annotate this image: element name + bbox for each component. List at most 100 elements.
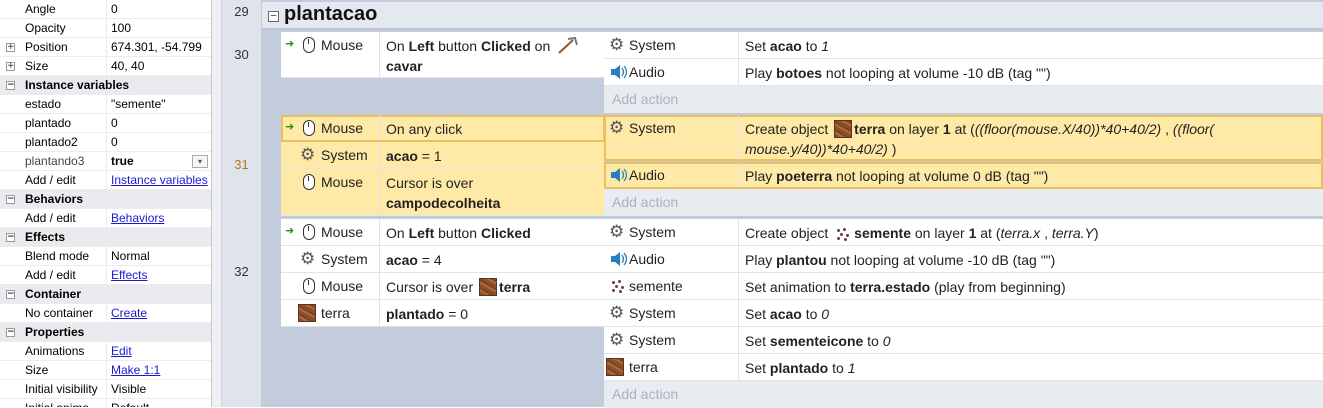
property-row[interactable]: Initial visibility Visible [0,380,211,399]
condition-text[interactable]: plantado = 0 [379,300,605,326]
property-value[interactable]: Default [107,399,211,407]
condition-row[interactable]: Mouse Cursor is over terra [281,273,605,300]
condition-object: Mouse [321,120,364,136]
property-value[interactable]: Effects [107,266,211,284]
property-row[interactable]: Add / edit Behaviors [0,209,211,228]
property-row[interactable]: plantando3 true ▾ [0,152,211,171]
property-row[interactable]: Add / edit Effects [0,266,211,285]
property-value[interactable]: 0 [107,114,211,132]
property-key: Blend mode [0,247,107,265]
property-row[interactable]: Add / edit Instance variables [0,171,211,190]
property-value[interactable]: Instance variables [107,171,211,189]
property-value[interactable]: 674.301, -54.799 [107,38,211,56]
text-bold: Left [408,38,435,54]
event-group-header[interactable]: − plantacao [262,2,1323,29]
condition-text[interactable]: acao = 1 [379,142,605,168]
property-key: plantando3 [0,152,107,170]
condition-row[interactable]: ⚙ System acao = 1 [281,142,605,169]
add-action-label: Add action [612,194,679,210]
panel-splitter[interactable] [212,0,222,407]
condition-row[interactable]: ➜ Mouse On any click [281,115,605,142]
property-row[interactable]: estado "semente" [0,95,211,114]
condition-text[interactable]: Cursor is over campodecolheita [379,169,605,215]
property-row[interactable]: No container Create [0,304,211,323]
expand-toggle-icon[interactable]: + [6,43,15,52]
property-row[interactable]: + Position 674.301, -54.799 [0,38,211,57]
property-link[interactable]: Make 1:1 [111,363,160,377]
pickaxe-icon [558,37,579,54]
action-row[interactable]: Audio Play poeterra not looping at volum… [604,162,1323,189]
property-value[interactable]: Make 1:1 [107,361,211,379]
expand-toggle-icon[interactable]: + [6,62,15,71]
property-value[interactable]: 40, 40 [107,57,211,75]
action-row[interactable]: Audio Play plantou not looping at volume… [604,246,1323,273]
property-value-text: "semente" [111,97,166,111]
property-link[interactable]: Create [111,306,147,320]
action-text: Create object terra on layer 1 at (((flo… [738,115,1323,160]
condition-row[interactable]: ⚙ System acao = 4 [281,246,605,273]
add-action-button[interactable]: Add action [604,189,1323,216]
condition-text[interactable]: On Left button Clicked [379,219,605,245]
property-row[interactable]: Animations Edit [0,342,211,361]
property-row[interactable]: plantado2 0 [0,133,211,152]
speaker-icon [609,64,627,80]
action-row[interactable]: Audio Play botoes not looping at volume … [604,59,1323,86]
property-value[interactable]: "semente" [107,95,211,113]
property-row[interactable]: Initial anima Default [0,399,211,407]
property-row[interactable]: + Size 40, 40 [0,57,211,76]
property-category[interactable]: − Container [0,285,211,304]
property-link[interactable]: Instance variables [111,173,208,187]
text-bold: poeterra [776,168,833,184]
property-category[interactable]: − Behaviors [0,190,211,209]
property-row[interactable]: Opacity 100 [0,19,211,38]
condition-row[interactable]: Mouse Cursor is over campodecolheita [281,169,605,216]
action-row[interactable]: ⚙ System Set acao to 1 [604,32,1323,59]
condition-row[interactable]: terra plantado = 0 [281,300,605,327]
property-key: plantado [0,114,107,132]
action-row[interactable]: semente Set animation to terra.estado (p… [604,273,1323,300]
add-action-button[interactable]: Add action [604,86,1323,113]
property-value[interactable]: 100 [107,19,211,37]
property-link[interactable]: Edit [111,344,132,358]
text-italic: ((floor(mouse.X/40))*40+40/2) [974,121,1162,137]
collapse-group-toggle[interactable]: − [268,11,279,22]
expand-toggle-icon[interactable]: − [6,233,15,242]
expand-toggle-icon[interactable]: − [6,328,15,337]
property-value[interactable]: Normal [107,247,211,265]
property-row[interactable]: Angle 0 [0,0,211,19]
property-row[interactable]: plantado 0 [0,114,211,133]
property-value[interactable]: Behaviors [107,209,211,227]
property-link[interactable]: Effects [111,268,147,282]
action-row[interactable]: ⚙ System Set sementeicone to 0 [604,327,1323,354]
condition-text[interactable]: On any click [379,115,605,141]
property-link[interactable]: Behaviors [111,211,164,225]
property-value[interactable]: Edit [107,342,211,360]
text-part: Set [745,333,770,349]
text-part: Cursor is over [386,175,474,191]
expand-toggle-icon[interactable]: − [6,290,15,299]
condition-text[interactable]: Cursor is over terra [379,273,605,299]
condition-row[interactable]: ➜ Mouse On Left button Clicked [281,219,605,246]
condition-text[interactable]: On Left button Clicked on cavar [379,32,605,77]
property-value[interactable]: 0 [107,133,211,151]
expand-toggle-icon[interactable]: − [6,195,15,204]
property-category[interactable]: − Effects [0,228,211,247]
condition-text[interactable]: acao = 4 [379,246,605,272]
action-row[interactable]: ⚙ System Create object semente on layer … [604,219,1323,246]
property-category[interactable]: − Instance variables [0,76,211,95]
property-value[interactable]: Visible [107,380,211,398]
text-part: Set [745,38,770,54]
action-row[interactable]: terra Set plantado to 1 [604,354,1323,381]
action-row[interactable]: ⚙ System Create object terra on layer 1 … [604,115,1323,161]
expand-toggle-icon[interactable]: − [6,81,15,90]
dropdown-arrow-icon[interactable]: ▾ [192,155,208,168]
property-value[interactable]: Create [107,304,211,322]
property-category[interactable]: − Properties [0,323,211,342]
add-action-button[interactable]: Add action [604,381,1323,408]
property-row[interactable]: Blend mode Normal [0,247,211,266]
property-row[interactable]: Size Make 1:1 [0,361,211,380]
condition-row[interactable]: ➜ Mouse On Left button Clicked on cavar [281,32,605,78]
action-row[interactable]: ⚙ System Set acao to 0 [604,300,1323,327]
text-bold: 1 [942,121,951,137]
property-value[interactable]: 0 [107,0,211,18]
